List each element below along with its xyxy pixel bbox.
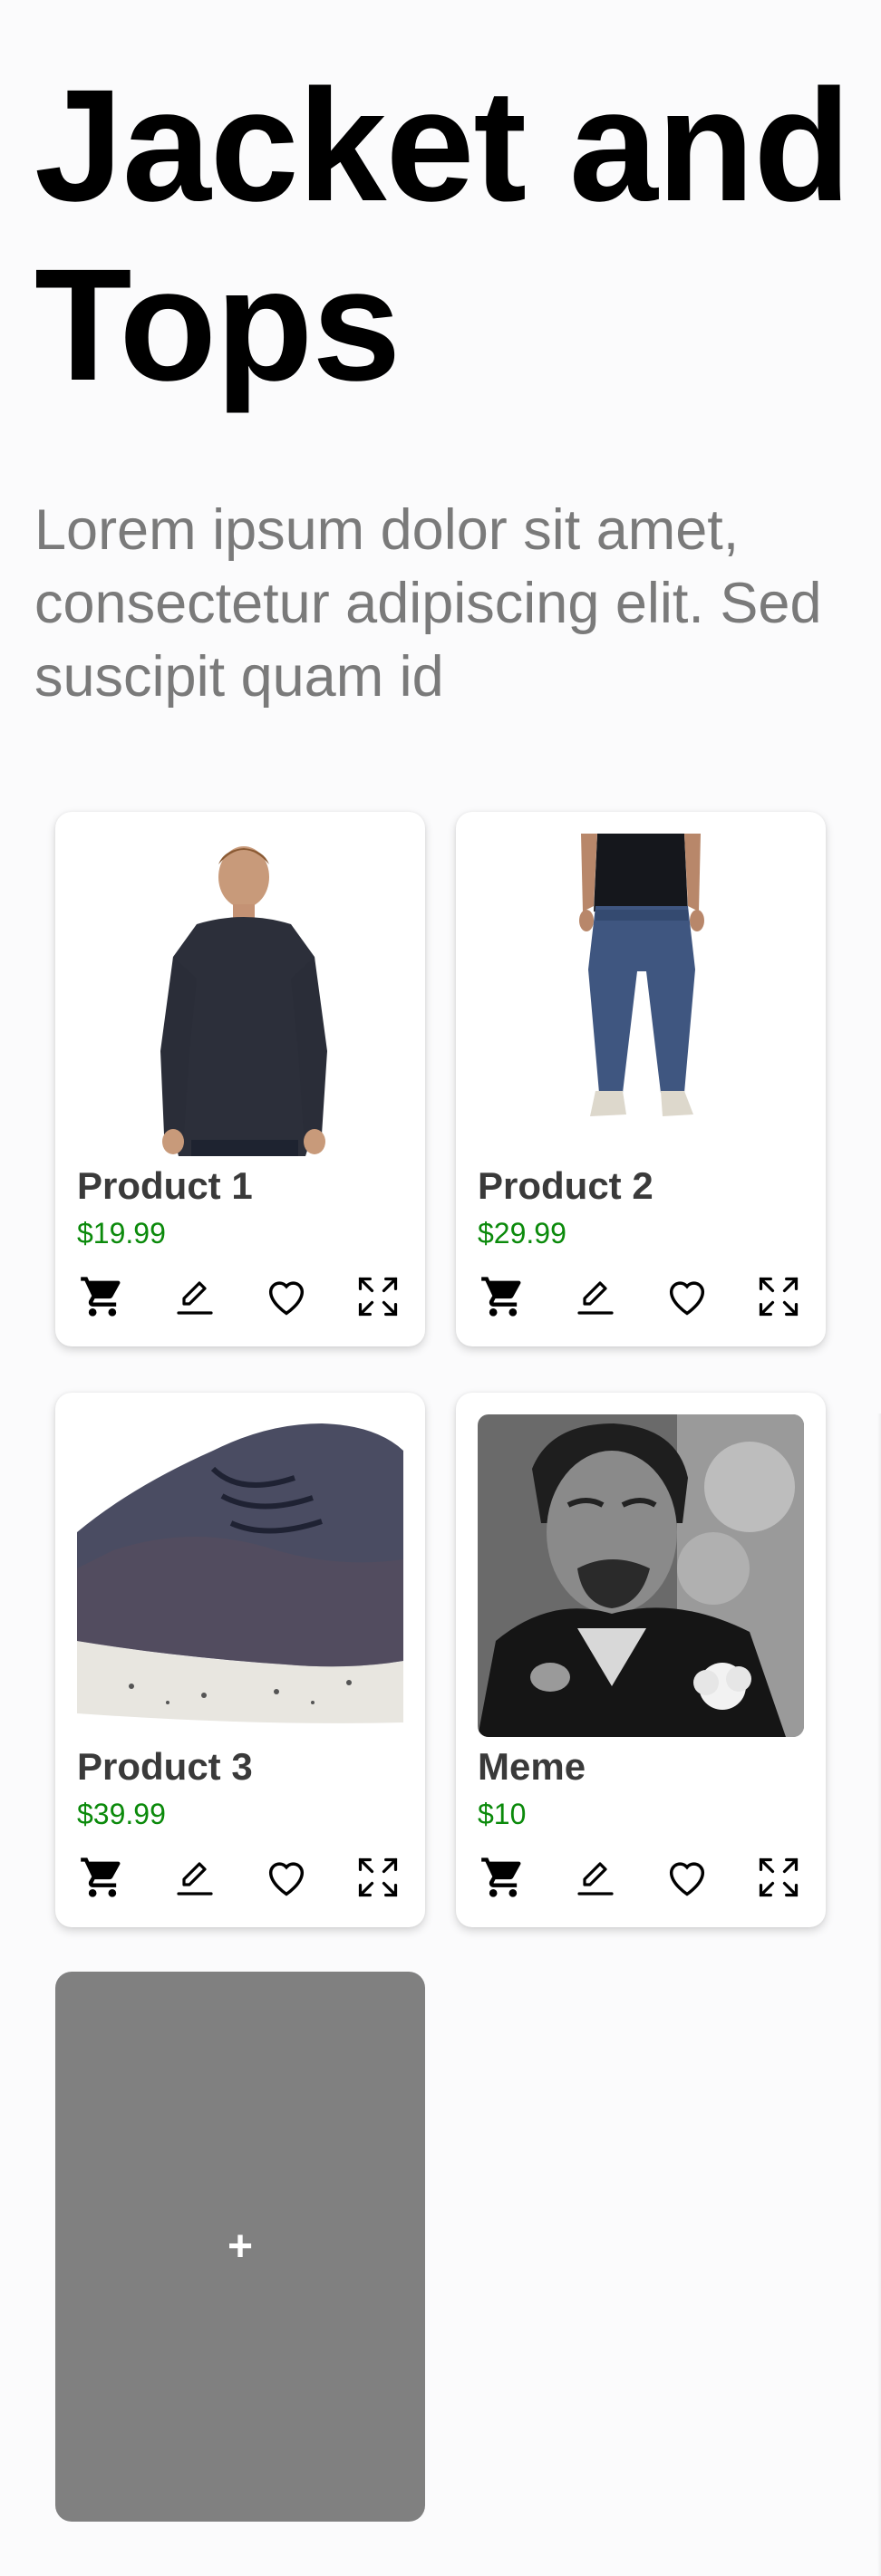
product-card[interactable]: Product 2 $29.99 (456, 812, 826, 1346)
expand-icon[interactable] (351, 1850, 405, 1905)
edit-icon[interactable] (568, 1269, 623, 1324)
page-subtitle: Lorem ipsum dolor sit amet, consectetur … (34, 498, 822, 709)
product-actions (75, 1269, 407, 1324)
product-name: Product 2 (478, 1164, 653, 1207)
product-actions (75, 1850, 407, 1905)
heart-icon[interactable] (259, 1269, 314, 1324)
product-card[interactable]: Product 1 $19.99 (55, 812, 425, 1346)
cart-icon[interactable] (476, 1850, 530, 1905)
product-image[interactable] (478, 834, 804, 1156)
expand-icon[interactable] (751, 1269, 806, 1324)
scroll-edge (877, 1413, 881, 2576)
product-card[interactable]: Product 3 $39.99 (55, 1393, 425, 1927)
product-image[interactable] (77, 834, 403, 1156)
cart-icon[interactable] (476, 1269, 530, 1324)
product-price: $19.99 (77, 1217, 166, 1249)
heart-icon[interactable] (660, 1269, 714, 1324)
product-name: Product 3 (77, 1745, 253, 1788)
product-price: $10 (478, 1798, 527, 1830)
edit-icon[interactable] (168, 1850, 222, 1905)
product-name: Meme (478, 1745, 586, 1788)
cart-icon[interactable] (75, 1269, 130, 1324)
product-actions (476, 1850, 808, 1905)
edit-icon[interactable] (568, 1850, 623, 1905)
heart-icon[interactable] (259, 1850, 314, 1905)
product-actions (476, 1269, 808, 1324)
expand-icon[interactable] (751, 1850, 806, 1905)
edit-icon[interactable] (168, 1269, 222, 1324)
product-card[interactable]: Meme $10 (456, 1393, 826, 1927)
expand-icon[interactable] (351, 1269, 405, 1324)
cart-icon[interactable] (75, 1850, 130, 1905)
add-product-card[interactable]: + (55, 1972, 425, 2522)
product-image[interactable] (478, 1414, 804, 1737)
product-price: $29.99 (478, 1217, 566, 1249)
product-price: $39.99 (77, 1798, 166, 1830)
plus-icon: + (227, 2222, 254, 2271)
heart-icon[interactable] (660, 1850, 714, 1905)
product-name: Product 1 (77, 1164, 253, 1207)
page-title: Jacket and Tops (34, 57, 851, 414)
page: Jacket and Tops Lorem ipsum dolor sit am… (0, 0, 881, 2576)
product-image[interactable] (77, 1414, 403, 1737)
